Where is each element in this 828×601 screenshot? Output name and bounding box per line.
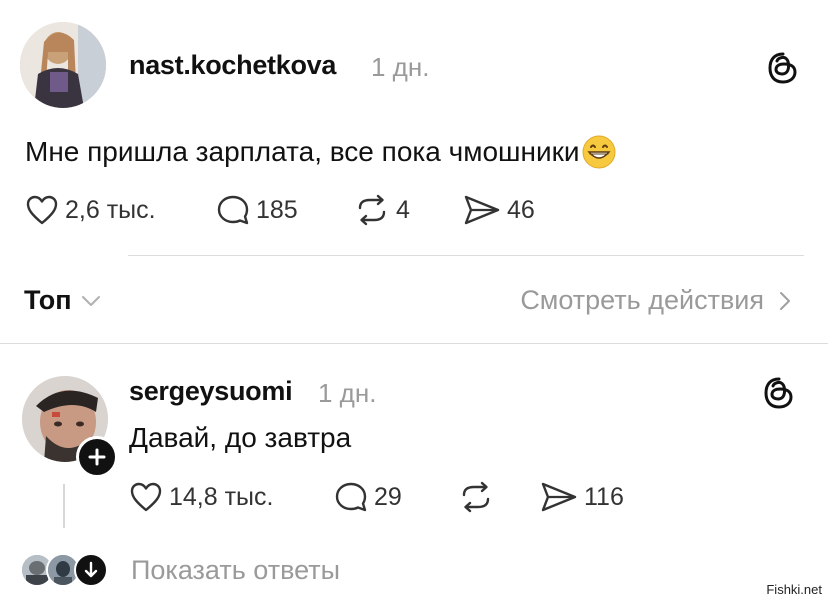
send-icon: [541, 482, 577, 512]
reply-share-button[interactable]: 116: [540, 481, 624, 513]
like-button[interactable]: 2,6 тыс.: [25, 194, 156, 226]
reply-time: 1 дн.: [318, 378, 377, 408]
show-replies-link[interactable]: Показать ответы: [131, 555, 340, 586]
repost-button[interactable]: 4: [354, 194, 410, 226]
share-button[interactable]: 46: [463, 194, 535, 226]
chevron-down-icon: [81, 295, 100, 306]
follow-button[interactable]: [76, 436, 118, 478]
grin-emoji-icon: [581, 134, 617, 170]
post-time: 1 дн.: [371, 52, 430, 82]
show-replies-avatars[interactable]: [20, 553, 112, 587]
reply-repost-button[interactable]: [458, 481, 500, 513]
reply-share-count: 116: [584, 482, 624, 511]
post-text: Мне пришла зарплата, все пока чмошники: [25, 136, 580, 167]
sort-label: Топ: [24, 285, 72, 315]
repost-icon: [462, 481, 490, 513]
reply-comment-count: 29: [374, 482, 402, 511]
sort-dropdown[interactable]: Топ: [24, 285, 102, 316]
repost-count: 4: [396, 195, 410, 224]
post-text-row: Мне пришла зарплата, все пока чмошники: [25, 134, 617, 170]
comment-count: 185: [256, 195, 298, 224]
repost-icon: [358, 194, 386, 226]
comment-button[interactable]: 185: [216, 194, 298, 226]
avatar[interactable]: [20, 22, 106, 108]
comment-icon: [335, 482, 367, 512]
threads-logo-icon[interactable]: [766, 51, 800, 85]
heart-icon: [26, 195, 58, 225]
reply-like-count: 14,8 тыс.: [169, 482, 274, 511]
arrow-down-icon: [74, 553, 108, 587]
like-count: 2,6 тыс.: [65, 195, 156, 224]
post-username[interactable]: nast.kochetkova: [129, 50, 336, 81]
send-icon: [464, 195, 500, 225]
thread-line: [63, 484, 65, 528]
reply-username[interactable]: sergeysuomi: [129, 376, 293, 407]
view-activity-link[interactable]: Смотреть действия: [520, 285, 792, 316]
chevron-right-icon: [780, 291, 790, 310]
divider: [0, 343, 828, 344]
reply-comment-button[interactable]: 29: [334, 481, 402, 513]
watermark: Fishki.net: [766, 582, 822, 597]
view-activity-label: Смотреть действия: [520, 285, 764, 315]
reply-text: Давай, до завтра: [129, 422, 352, 453]
divider: [128, 255, 804, 256]
heart-icon: [130, 482, 162, 512]
comment-icon: [217, 195, 249, 225]
share-count: 46: [507, 195, 535, 224]
plus-icon: [88, 448, 106, 466]
reply-like-button[interactable]: 14,8 тыс.: [129, 481, 273, 513]
threads-logo-icon[interactable]: [762, 376, 796, 410]
